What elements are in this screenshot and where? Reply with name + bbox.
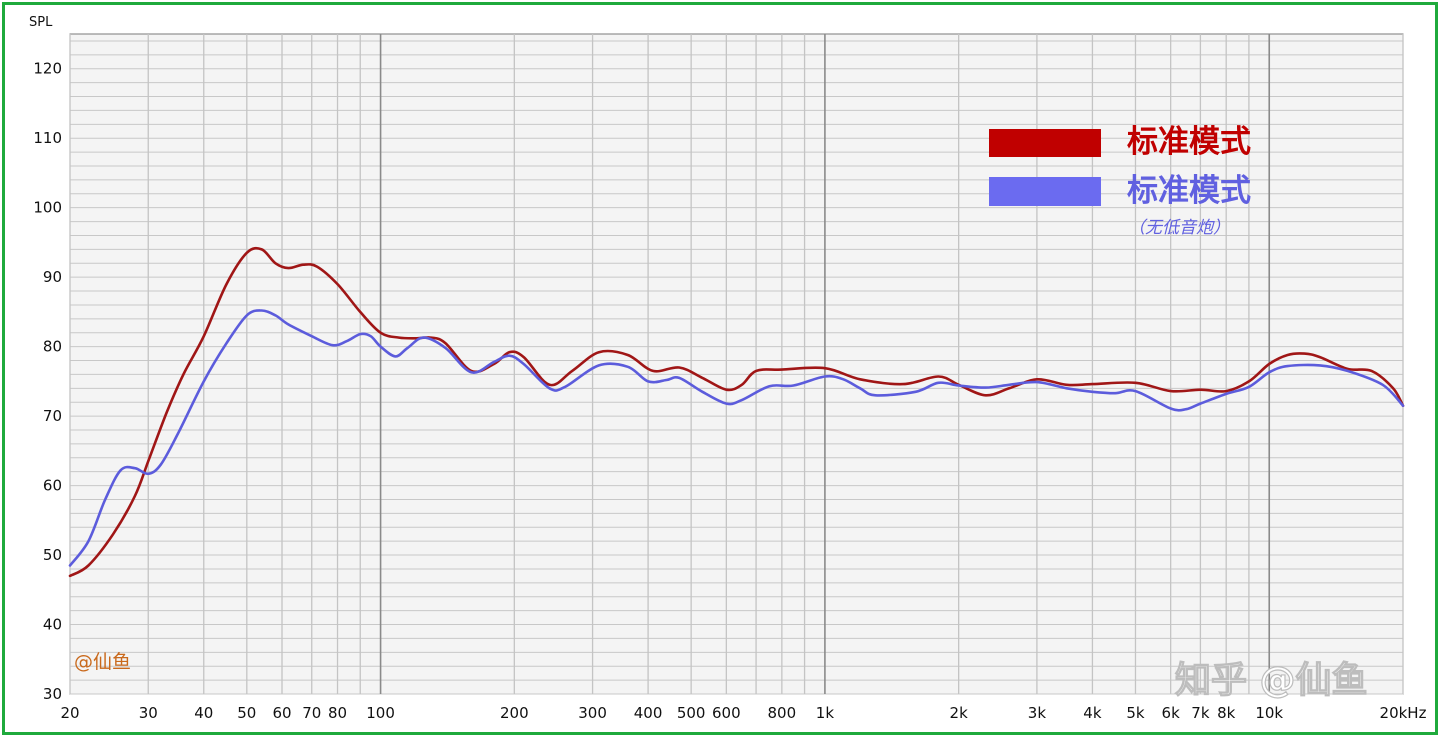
x-tick-label: 10k — [1255, 704, 1283, 722]
y-tick-label: 80 — [43, 338, 62, 356]
x-tick-label: 100 — [366, 704, 395, 722]
x-tick-label: 50 — [237, 704, 256, 722]
y-tick-label: 60 — [43, 477, 62, 495]
y-tick-label: 110 — [33, 129, 62, 147]
y-tick-label: 120 — [33, 60, 62, 78]
y-tick-labels: 30 40 50 60 70 80 90 100 110 120 — [33, 60, 62, 703]
legend-swatch-1 — [989, 177, 1101, 206]
x-tick-label: 600 — [712, 704, 741, 722]
frequency-response-chart: 30405060708090100110120 20 30 40 50 60 70 80 10… — [29, 15, 1427, 722]
x-tick-label: 40 — [194, 704, 213, 722]
y-tick-label: 100 — [33, 199, 62, 217]
legend-label-1: 标准模式 — [1127, 173, 1251, 209]
y-axis-label: SPL — [29, 15, 53, 30]
x-tick-labels: 20 30 40 50 60 70 80 100 200 300 400 500 600 800 1k 2k 3… — [60, 704, 1426, 722]
x-tick-label: 8k — [1217, 704, 1236, 722]
x-tick-label: 800 — [768, 704, 797, 722]
watermark-inner: @仙鱼 — [74, 651, 131, 673]
y-tick-label: 70 — [43, 407, 62, 425]
x-tick-label: 60 — [272, 704, 291, 722]
x-tick-label: 400 — [634, 704, 663, 722]
x-tick-label: 500 — [677, 704, 706, 722]
x-tick-label: 4k — [1083, 704, 1102, 722]
x-tick-label: 1k — [816, 704, 835, 722]
legend-swatch-0 — [989, 129, 1101, 157]
x-tick-label: 7k — [1191, 704, 1210, 722]
x-tick-label: 300 — [578, 704, 607, 722]
x-tick-label: 200 — [500, 704, 529, 722]
x-tick-label: 6k — [1162, 704, 1181, 722]
x-tick-label: 20 — [60, 704, 79, 722]
y-tick-label: 50 — [43, 546, 62, 564]
x-tick-label: 20kHz — [1380, 704, 1427, 722]
x-tick-label: 3k — [1028, 704, 1047, 722]
watermark-corner: 知乎 @仙鱼 — [1175, 660, 1368, 701]
x-tick-label: 80 — [328, 704, 347, 722]
y-tick-label: 30 — [43, 685, 62, 703]
x-tick-label: 5k — [1126, 704, 1145, 722]
legend-sublabel-1: （无低音炮） — [1128, 218, 1230, 238]
x-tick-label: 30 — [139, 704, 158, 722]
legend-label-0: 标准模式 — [1127, 124, 1251, 160]
y-tick-label: 40 — [43, 616, 62, 634]
x-tick-label: 70 — [302, 704, 321, 722]
x-tick-label: 2k — [950, 704, 969, 722]
y-tick-label: 90 — [43, 268, 62, 286]
